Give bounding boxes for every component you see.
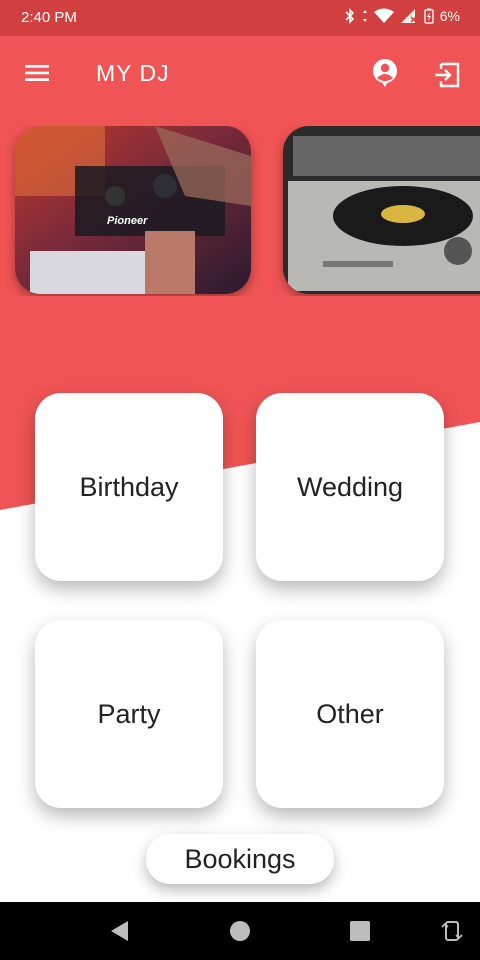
signal-icon bbox=[400, 9, 417, 23]
wifi-icon bbox=[373, 8, 394, 23]
status-time: 2:40 PM bbox=[21, 9, 77, 26]
rotate-icon[interactable] bbox=[440, 919, 464, 943]
status-icons: 6% bbox=[344, 8, 460, 24]
pioneer-brand-text: Pioneer bbox=[107, 215, 148, 227]
home-icon[interactable] bbox=[228, 919, 252, 943]
category-label: Birthday bbox=[79, 471, 179, 502]
category-wedding-button[interactable]: Wedding bbox=[256, 393, 444, 581]
logout-icon[interactable] bbox=[432, 60, 462, 90]
category-label: Other bbox=[316, 698, 384, 729]
bluetooth-icon bbox=[345, 8, 354, 24]
category-birthday-button[interactable]: Birthday bbox=[35, 393, 223, 581]
bookings-label: Bookings bbox=[184, 843, 296, 874]
system-nav-bar bbox=[0, 902, 480, 960]
bookings-button[interactable]: Bookings bbox=[146, 834, 334, 884]
back-icon[interactable] bbox=[108, 919, 132, 943]
category-label: Wedding bbox=[296, 471, 404, 502]
app-bar: MY DJ bbox=[0, 36, 480, 112]
data-arrows-icon bbox=[362, 10, 367, 22]
app-title: MY DJ bbox=[96, 60, 170, 86]
menu-icon[interactable] bbox=[22, 58, 52, 88]
banner-carousel[interactable]: Pioneer bbox=[0, 126, 480, 296]
battery-percent: 6% bbox=[439, 8, 460, 24]
recents-icon[interactable] bbox=[348, 919, 372, 943]
carousel-card-dj-mixer[interactable]: Pioneer bbox=[15, 126, 251, 294]
category-party-button[interactable]: Party bbox=[35, 620, 223, 808]
dj-mixer-image: Pioneer bbox=[15, 126, 251, 294]
category-other-button[interactable]: Other bbox=[256, 620, 444, 808]
account-circle-icon[interactable] bbox=[370, 58, 400, 88]
status-bar: 2:40 PM 6% bbox=[0, 0, 480, 36]
carousel-card-turntable[interactable] bbox=[283, 126, 480, 294]
category-label: Party bbox=[97, 698, 161, 729]
battery-icon bbox=[424, 8, 434, 24]
turntable-image bbox=[283, 126, 480, 294]
